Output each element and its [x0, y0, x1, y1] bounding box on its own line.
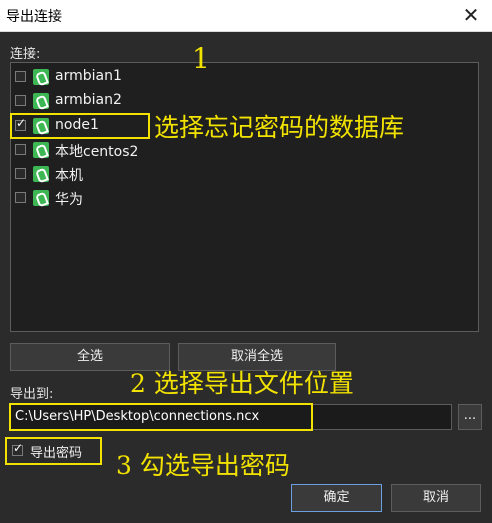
connection-name: armbian2 [55, 92, 122, 108]
connection-name: 本机 [55, 168, 83, 184]
checkbox[interactable] [15, 168, 26, 179]
list-item[interactable]: 华为 [11, 186, 411, 210]
highlight-box-password [5, 437, 102, 465]
list-item[interactable]: 本机 [11, 162, 411, 186]
browse-button[interactable]: ... [458, 404, 482, 430]
connection-name: 本地centos2 [55, 144, 139, 160]
database-icon [33, 166, 49, 182]
annotation-step2-text: 2 选择导出文件位置 [130, 369, 354, 398]
database-icon [33, 190, 49, 206]
highlight-box-node1 [10, 113, 150, 139]
connection-name: armbian1 [55, 68, 122, 84]
annotation-step1-text: 选择忘记密码的数据库 [154, 113, 405, 142]
ok-button[interactable]: 确定 [291, 484, 382, 512]
cancel-button[interactable]: 取消 [391, 484, 481, 512]
highlight-box-path [9, 403, 313, 431]
list-item[interactable]: armbian1 [11, 65, 411, 89]
export-to-label: 导出到: [10, 387, 54, 402]
connections-label: 连接: [10, 47, 41, 62]
close-icon[interactable]: ✕ [458, 2, 484, 28]
checkbox[interactable] [15, 144, 26, 155]
checkbox[interactable] [15, 95, 26, 106]
database-icon [33, 93, 49, 109]
database-icon [33, 142, 49, 158]
window-title: 导出连接 [6, 9, 62, 25]
annotation-step3-text: 3 勾选导出密码 [116, 451, 290, 480]
checkbox[interactable] [15, 192, 26, 203]
annotation-step1-number: 1 [192, 42, 210, 75]
connection-list[interactable]: armbian1 armbian2 node1 本地centos2 本机 华为 [10, 62, 479, 332]
title-bar: 导出连接 ✕ [0, 0, 492, 32]
database-icon [33, 69, 49, 85]
checkbox[interactable] [15, 71, 26, 82]
connection-name: 华为 [55, 192, 83, 208]
